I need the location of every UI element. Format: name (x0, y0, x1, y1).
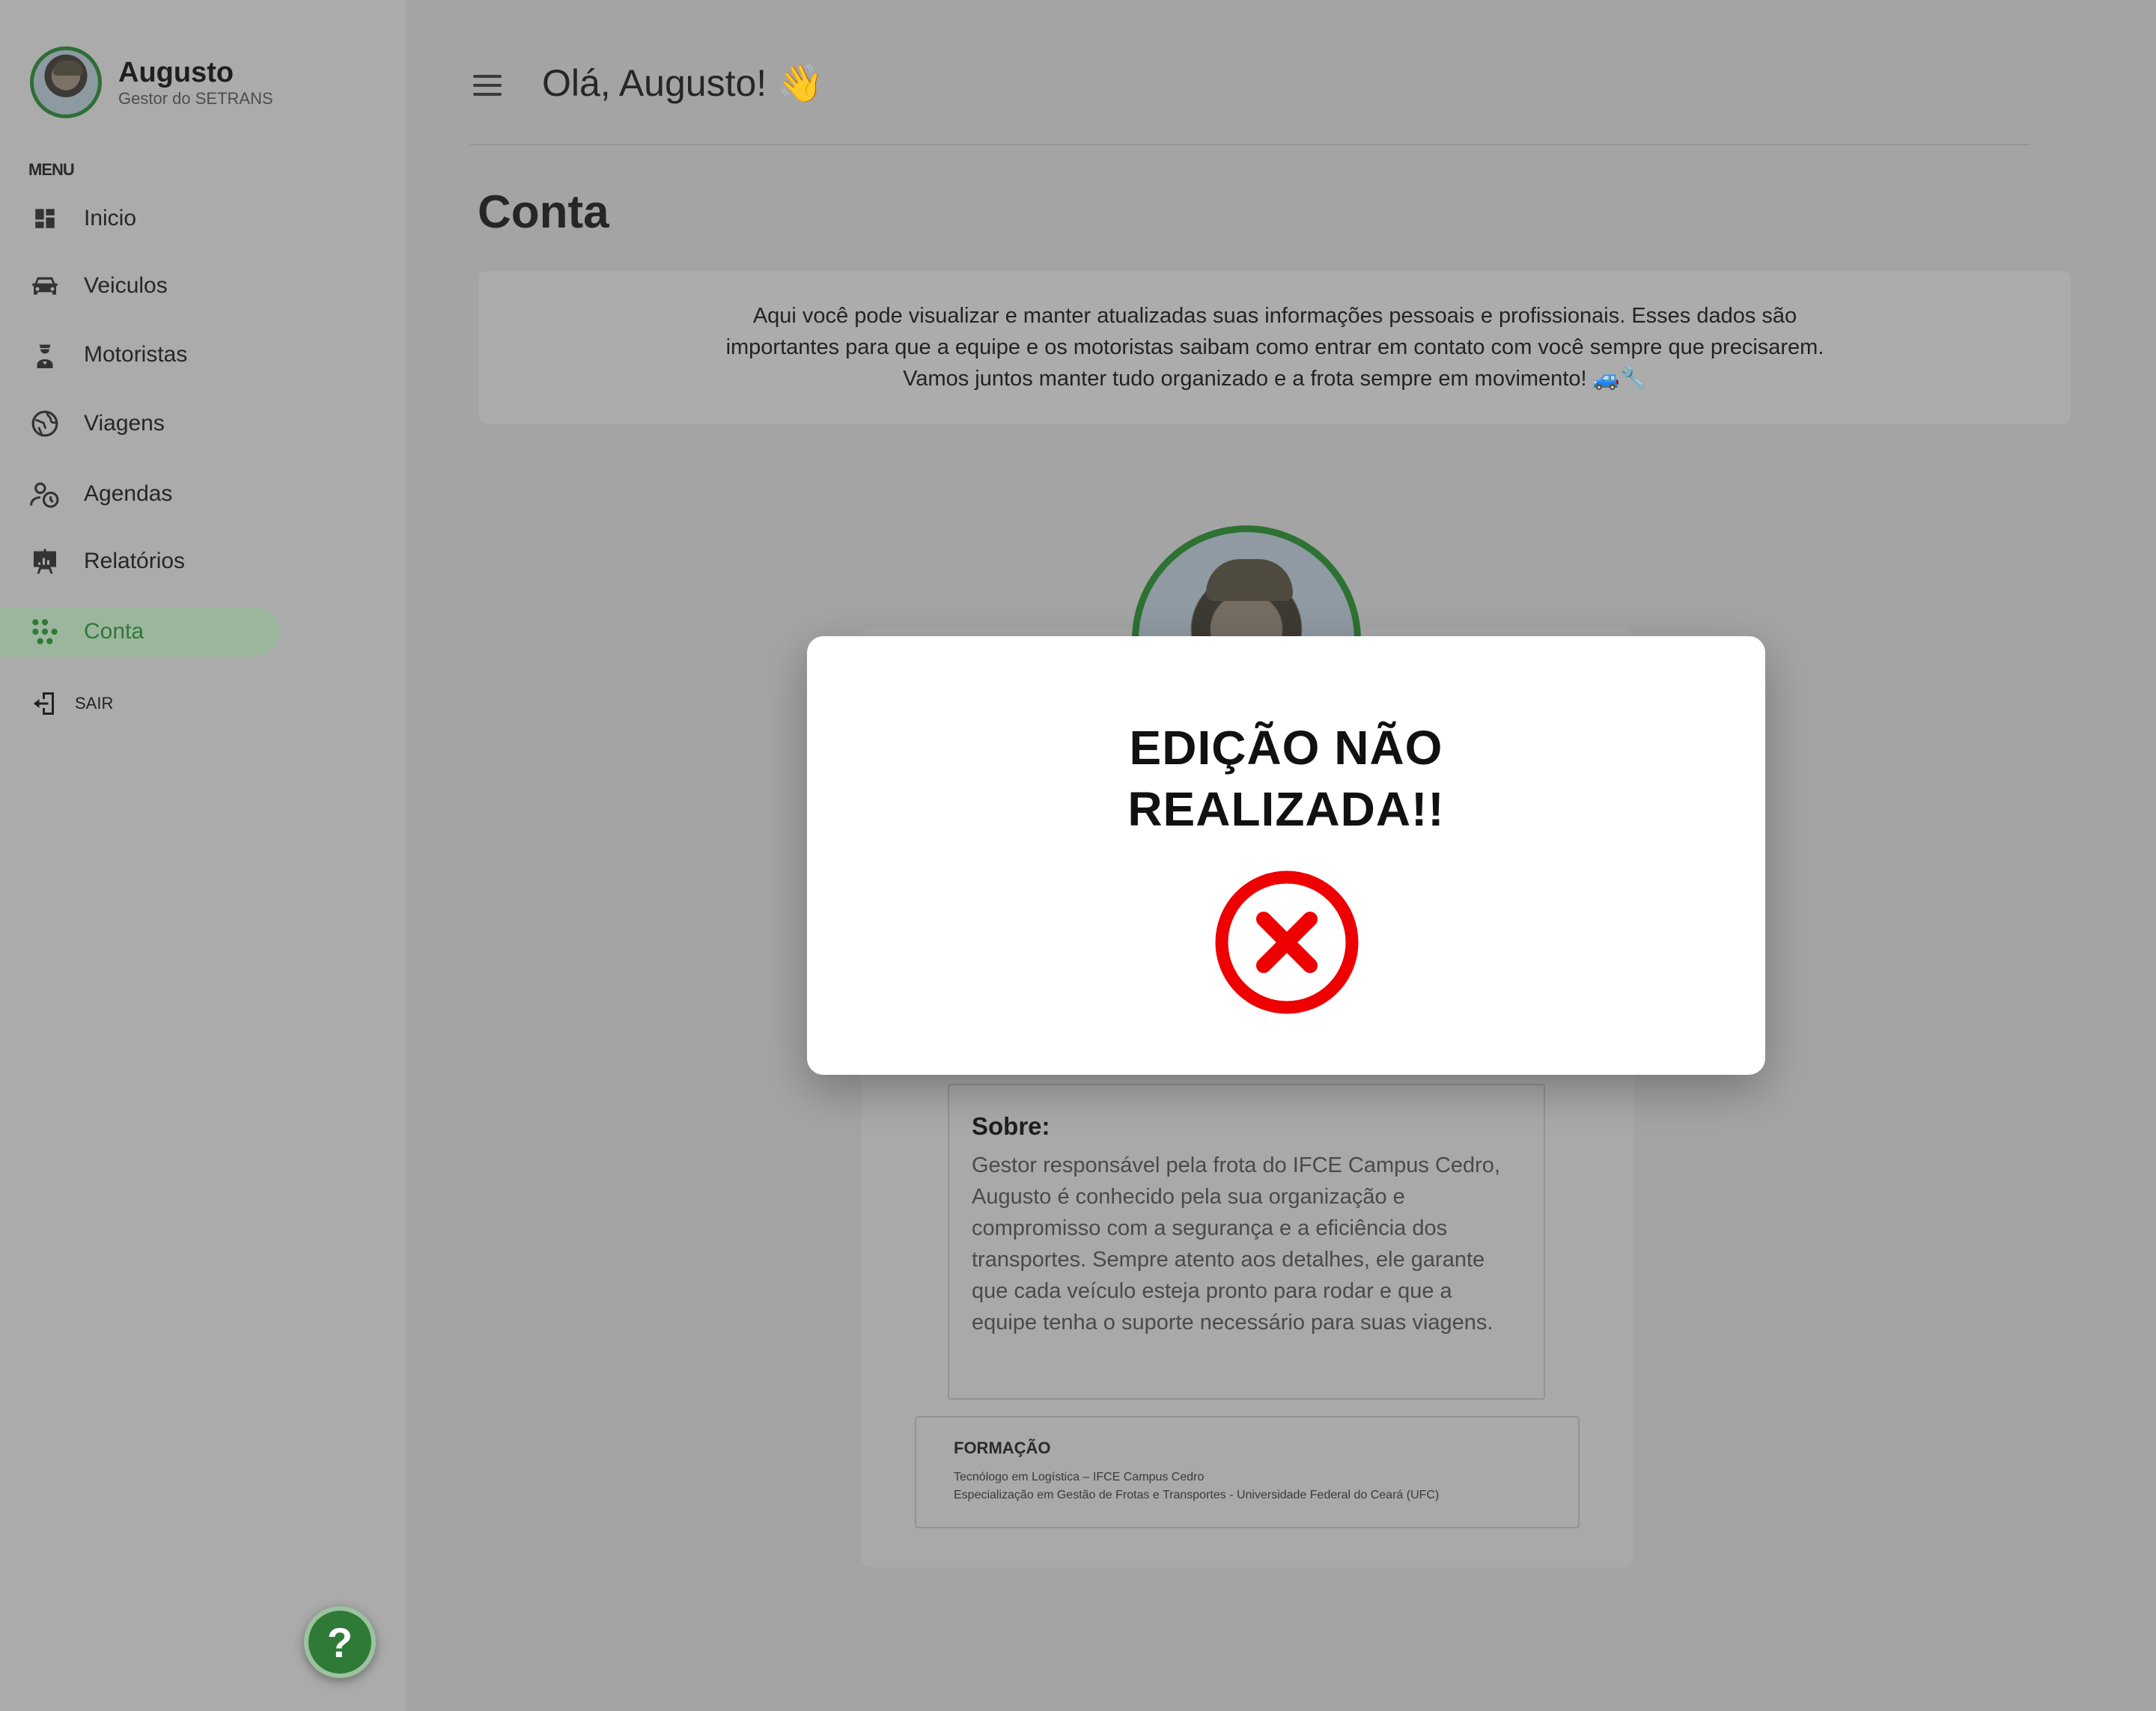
menu-toggle-button[interactable] (473, 75, 502, 97)
sidebar-item-label: Viagens (84, 411, 165, 436)
sidebar-item-relatorios[interactable]: Relatórios (0, 537, 280, 586)
driver-icon (30, 340, 60, 370)
sidebar: Augusto Gestor do SETRANS MENU Inicio Ve… (0, 0, 406, 1711)
sidebar-item-label: Inicio (84, 206, 137, 231)
education-item: Especialização em Gestão de Frotas e Tra… (954, 1489, 1440, 1501)
logout-icon (30, 689, 60, 719)
logout-label: SAIR (75, 694, 114, 713)
dashboard-icon (30, 204, 60, 234)
help-button[interactable]: ? (304, 1606, 376, 1678)
account-dots-icon (30, 617, 60, 647)
modal-title-line: REALIZADA!! (1127, 782, 1445, 836)
sidebar-item-label: Agendas (84, 481, 173, 506)
greeting: Olá, Augusto! 👋 (542, 62, 824, 104)
modal-title: EDIÇÃO NÃO REALIZADA!! (807, 717, 1765, 840)
education-title: FORMAÇÃO (954, 1439, 1051, 1457)
error-x-icon (1215, 870, 1359, 1014)
intro-card: Aqui você pode visualizar e manter atual… (479, 271, 2071, 424)
header-divider (470, 144, 2030, 145)
user-profile: Augusto Gestor do SETRANS (30, 46, 273, 118)
education-section: FORMAÇÃO Tecnólogo em Logística – IFCE C… (915, 1416, 1580, 1528)
education-item: Tecnólogo em Logística – IFCE Campus Ced… (954, 1471, 1205, 1483)
intro-text: Aqui você pode visualizar e manter atual… (725, 304, 1824, 391)
user-name: Augusto (118, 57, 234, 88)
about-section: Sobre: Gestor responsável pela frota do … (948, 1084, 1545, 1400)
sidebar-item-agendas[interactable]: Agendas (0, 469, 280, 519)
sidebar-item-conta[interactable]: Conta (0, 607, 280, 656)
menu-caption: MENU (28, 160, 75, 179)
page-title: Conta (478, 186, 609, 238)
about-title: Sobre: (972, 1112, 1050, 1140)
sidebar-item-label: Relatórios (84, 549, 186, 573)
sidebar-item-viagens[interactable]: Viagens (0, 399, 280, 448)
avatar (30, 46, 102, 118)
sidebar-item-label: Veiculos (84, 273, 168, 298)
about-text: Gestor responsável pela frota do IFCE Ca… (972, 1153, 1500, 1335)
user-role: Gestor do SETRANS (118, 89, 273, 108)
logout-button[interactable]: SAIR (30, 689, 113, 719)
sidebar-item-label: Motoristas (84, 342, 188, 367)
report-board-icon (30, 546, 60, 576)
car-icon (30, 271, 60, 301)
user-clock-icon (30, 479, 60, 509)
error-modal[interactable]: EDIÇÃO NÃO REALIZADA!! (807, 636, 1765, 1075)
globe-icon (30, 409, 60, 439)
sidebar-item-label: Conta (84, 619, 144, 644)
sidebar-item-veiculos[interactable]: Veiculos (0, 261, 280, 311)
sidebar-item-inicio[interactable]: Inicio (0, 194, 280, 243)
modal-title-line: EDIÇÃO NÃO (1129, 721, 1443, 775)
sidebar-item-motoristas[interactable]: Motoristas (0, 330, 280, 379)
